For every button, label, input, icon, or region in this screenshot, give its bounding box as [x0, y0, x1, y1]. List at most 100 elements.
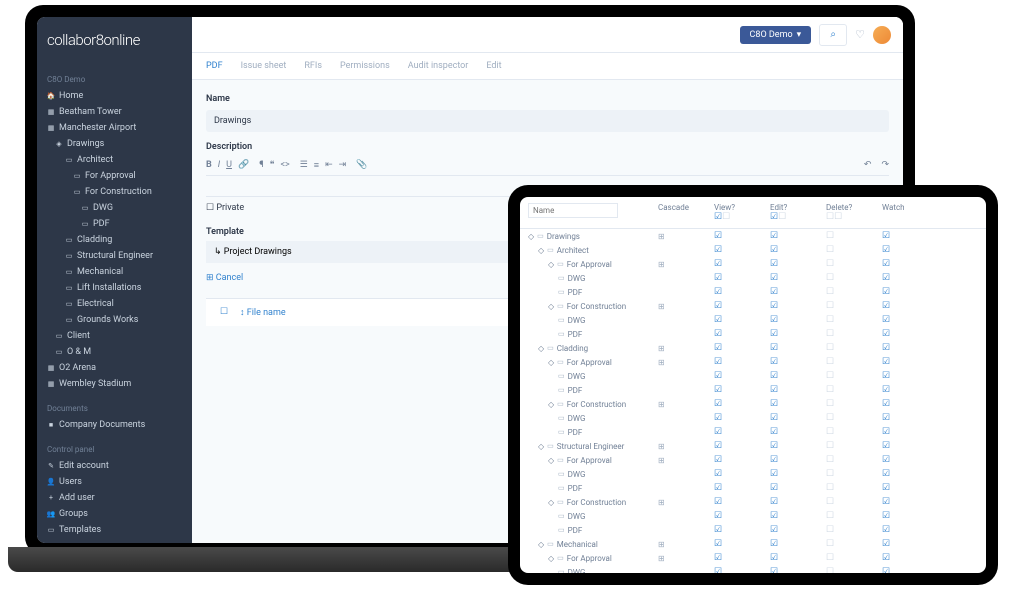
expand-icon[interactable]: ◇ — [528, 232, 534, 241]
checkbox-checked-icon[interactable]: ☑ — [714, 287, 722, 297]
view-cell[interactable]: ☑ — [714, 455, 770, 465]
perm-name[interactable]: ◇▭ Mechanical — [528, 540, 658, 549]
tab-pdf[interactable]: PDF — [206, 61, 223, 71]
checkbox-checked-icon[interactable]: ☑ — [882, 287, 890, 297]
sidebar-item-o-&-m[interactable]: ▭O & M — [37, 344, 192, 360]
checkbox-checked-icon[interactable]: ☑ — [882, 441, 890, 451]
edit-cell[interactable]: ☑ — [770, 427, 826, 437]
checkbox-checked-icon[interactable]: ☑ — [770, 427, 778, 437]
expand-icon[interactable]: ◇ — [538, 246, 544, 255]
edit-cell[interactable]: ☑ — [770, 441, 826, 451]
perm-name[interactable]: ▭ PDF — [528, 288, 658, 297]
delete-cell[interactable]: ☐ — [826, 315, 882, 325]
delete-cell[interactable]: ☐ — [826, 427, 882, 437]
watch-cell[interactable]: ☑ — [882, 525, 938, 535]
checkbox-checked-icon[interactable]: ☑ — [770, 553, 778, 563]
perm-name[interactable]: ◇▭ For Approval — [528, 456, 658, 465]
perm-name[interactable]: ▭ DWG — [528, 470, 658, 479]
delete-cell[interactable]: ☐ — [826, 385, 882, 395]
cascade-cell[interactable]: ⊞ — [658, 344, 714, 353]
checkbox-checked-icon[interactable]: ☑ — [770, 525, 778, 535]
delete-cell[interactable]: ☐ — [826, 301, 882, 311]
edit-header[interactable]: Edit?☑☐ — [770, 203, 826, 222]
tab-issue-sheet[interactable]: Issue sheet — [241, 61, 287, 71]
perm-name[interactable]: ▭ DWG — [528, 414, 658, 423]
view-cell[interactable]: ☑ — [714, 371, 770, 381]
delete-cell[interactable]: ☐ — [826, 413, 882, 423]
edit-cell[interactable]: ☑ — [770, 567, 826, 573]
perm-name[interactable]: ◇▭ Architect — [528, 246, 658, 255]
checkbox-checked-icon[interactable]: ☑ — [882, 511, 890, 521]
view-cell[interactable]: ☑ — [714, 567, 770, 573]
view-cell[interactable]: ☑ — [714, 245, 770, 255]
delete-cell[interactable]: ☐ — [826, 483, 882, 493]
checkbox-checked-icon[interactable]: ☑ — [770, 441, 778, 451]
delete-header[interactable]: Delete?☐☐ — [826, 203, 882, 222]
checkbox-checked-icon[interactable]: ☑ — [770, 497, 778, 507]
paragraph-icon[interactable]: ¶ — [259, 160, 263, 171]
expand-icon[interactable]: ◇ — [548, 498, 554, 507]
watch-cell[interactable]: ☑ — [882, 273, 938, 283]
checkbox-empty-icon[interactable]: ☐ — [826, 483, 834, 493]
delete-cell[interactable]: ☐ — [826, 273, 882, 283]
edit-cell[interactable]: ☑ — [770, 287, 826, 297]
sidebar-item-mechanical[interactable]: ▭Mechanical — [37, 264, 192, 280]
checkbox-checked-icon[interactable]: ☑ — [770, 259, 778, 269]
checkbox-checked-icon[interactable]: ☑ — [714, 343, 722, 353]
checkbox-empty-icon[interactable]: ☐ — [826, 259, 834, 269]
expand-icon[interactable]: ◇ — [548, 302, 554, 311]
delete-cell[interactable]: ☐ — [826, 399, 882, 409]
expand-icon[interactable]: ◇ — [538, 540, 544, 549]
watch-cell[interactable]: ☑ — [882, 385, 938, 395]
checkbox-checked-icon[interactable]: ☑ — [882, 553, 890, 563]
checkbox-checked-icon[interactable]: ☑ — [714, 455, 722, 465]
checkbox-checked-icon[interactable]: ☑ — [882, 329, 890, 339]
watch-cell[interactable]: ☑ — [882, 483, 938, 493]
expand-icon[interactable]: ◇ — [538, 442, 544, 451]
expand-icon[interactable]: ◇ — [548, 260, 554, 269]
delete-cell[interactable]: ☐ — [826, 567, 882, 573]
view-cell[interactable]: ☑ — [714, 259, 770, 269]
perm-name[interactable]: ▭ DWG — [528, 372, 658, 381]
checkbox-checked-icon[interactable]: ☑ — [714, 483, 722, 493]
checkbox-checked-icon[interactable]: ☑ — [714, 385, 722, 395]
checkbox-checked-icon[interactable]: ☑ — [714, 315, 722, 325]
delete-cell[interactable]: ☐ — [826, 553, 882, 563]
perm-name[interactable]: ◇▭ For Approval — [528, 554, 658, 563]
sidebar-item-for-construction[interactable]: ▭For Construction — [37, 184, 192, 200]
watch-cell[interactable]: ☑ — [882, 357, 938, 367]
checkbox-checked-icon[interactable]: ☑ — [714, 413, 722, 423]
watch-cell[interactable]: ☑ — [882, 469, 938, 479]
sidebar-item-beatham-tower[interactable]: ▦Beatham Tower — [37, 104, 192, 120]
view-cell[interactable]: ☑ — [714, 329, 770, 339]
view-cell[interactable]: ☑ — [714, 441, 770, 451]
checkbox-checked-icon[interactable]: ☑ — [882, 483, 890, 493]
expand-icon[interactable]: ◇ — [548, 456, 554, 465]
cascade-cell[interactable]: ⊞ — [658, 456, 714, 465]
delete-cell[interactable]: ☐ — [826, 511, 882, 521]
checkbox-empty-icon[interactable]: ☐ — [826, 427, 834, 437]
view-cell[interactable]: ☑ — [714, 539, 770, 549]
expand-icon[interactable]: ◇ — [538, 344, 544, 353]
sidebar-item-edit-account[interactable]: ✎Edit account — [37, 458, 192, 474]
quote-icon[interactable]: ❝ — [270, 160, 275, 171]
checkbox-empty-icon[interactable]: ☐ — [826, 287, 834, 297]
checkbox-empty-icon[interactable]: ☐ — [826, 343, 834, 353]
view-cell[interactable]: ☑ — [714, 469, 770, 479]
sidebar-item-structural-engineer[interactable]: ▭Structural Engineer — [37, 248, 192, 264]
tab-edit[interactable]: Edit — [486, 61, 501, 71]
delete-cell[interactable]: ☐ — [826, 455, 882, 465]
sidebar-item-groups[interactable]: 👥Groups — [37, 506, 192, 522]
edit-cell[interactable]: ☑ — [770, 399, 826, 409]
checkbox-checked-icon[interactable]: ☑ — [882, 385, 890, 395]
view-cell[interactable]: ☑ — [714, 553, 770, 563]
checkbox-empty-icon[interactable]: ☐ — [826, 231, 834, 241]
undo-icon[interactable]: ↶ — [864, 160, 872, 171]
checkbox-checked-icon[interactable]: ☑ — [714, 553, 722, 563]
code-icon[interactable]: <> — [280, 160, 289, 171]
checkbox-checked-icon[interactable]: ☑ — [714, 497, 722, 507]
perm-name[interactable]: ▭ PDF — [528, 428, 658, 437]
view-cell[interactable]: ☑ — [714, 511, 770, 521]
expand-icon[interactable]: ◇ — [548, 400, 554, 409]
view-cell[interactable]: ☑ — [714, 273, 770, 283]
